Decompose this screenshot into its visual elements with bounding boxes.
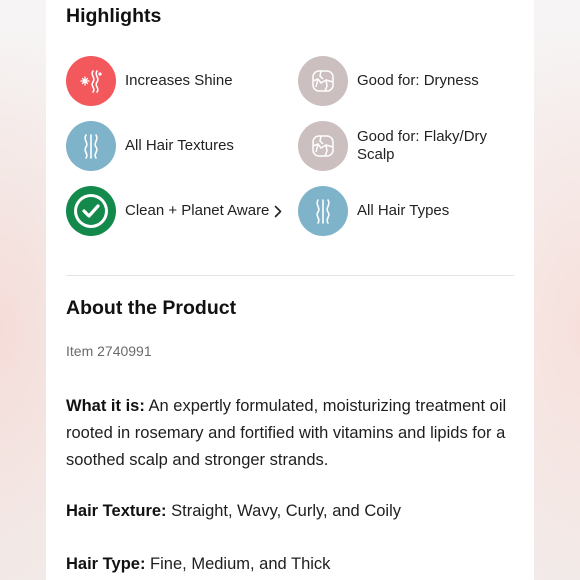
highlight-good-for-flaky-dry-scalp[interactable]: Good for: Flaky/Dry Scalp (298, 121, 507, 171)
highlight-all-hair-types[interactable]: All Hair Types (298, 186, 449, 236)
product-details-card: Highlights Increases Shine Good for: Dry… (46, 0, 534, 580)
highlight-label: All Hair Types (357, 202, 450, 219)
highlight-label: Increases Shine (125, 72, 233, 89)
highlights-heading: Highlights (66, 5, 162, 27)
chevron-right-icon (274, 205, 282, 218)
highlight-good-for-dryness[interactable]: Good for: Dryness (298, 56, 479, 106)
hair-strands-icon (298, 186, 348, 236)
what-it-is-paragraph: What it is: An expertly formulated, mois… (66, 393, 518, 474)
cracked-scalp-icon (298, 121, 348, 171)
highlight-label: Clean + Planet Aware (125, 202, 270, 219)
what-it-is-label: What it is: (66, 397, 145, 415)
highlight-label: Good for: Flaky/Dry Scalp (357, 128, 488, 163)
highlight-all-hair-textures[interactable]: All Hair Textures (66, 121, 234, 171)
hair-texture-paragraph: Hair Texture: Straight, Wavy, Curly, and… (66, 498, 518, 525)
hair-texture-label: Hair Texture: (66, 502, 167, 520)
cracked-dryness-icon (298, 56, 348, 106)
hair-type-text: Fine, Medium, and Thick (145, 555, 331, 573)
hair-strands-icon (66, 121, 116, 171)
checkmark-badge-icon (66, 186, 116, 236)
highlight-label: All Hair Textures (125, 137, 234, 154)
hair-type-paragraph: Hair Type: Fine, Medium, and Thick (66, 551, 518, 578)
section-divider (66, 275, 514, 276)
highlight-label: Good for: Dryness (357, 72, 479, 89)
hair-texture-text: Straight, Wavy, Curly, and Coily (166, 502, 401, 520)
item-number: Item 2740991 (66, 343, 152, 359)
highlight-clean-planet-aware[interactable]: Clean + Planet Aware (66, 186, 282, 236)
highlight-increases-shine[interactable]: Increases Shine (66, 56, 233, 106)
about-product-heading: About the Product (66, 297, 237, 319)
sparkle-shine-icon (66, 56, 116, 106)
hair-type-label: Hair Type: (66, 555, 146, 573)
